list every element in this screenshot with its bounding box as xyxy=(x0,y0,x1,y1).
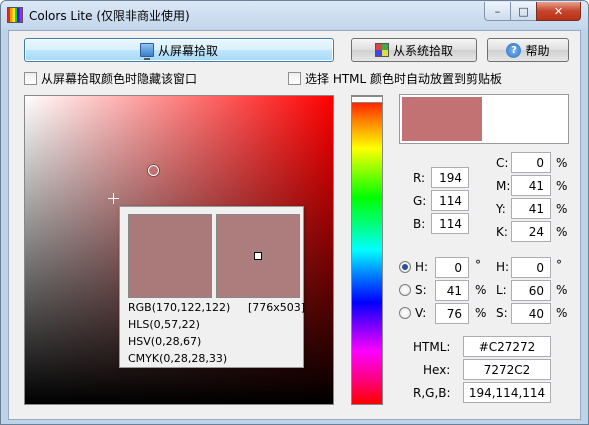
hide-window-option[interactable]: 从屏幕拾取颜色时隐藏该窗口 xyxy=(24,70,197,87)
k-field[interactable]: 24 xyxy=(511,221,551,242)
zoom-center-marker xyxy=(254,252,262,260)
hls-l-field[interactable]: 60 xyxy=(511,280,551,301)
y-unit: % xyxy=(556,202,568,216)
g-label: G: xyxy=(413,194,427,208)
auto-clipboard-checkbox[interactable] xyxy=(288,72,301,85)
r-label: R: xyxy=(413,171,426,185)
hsv-v-field[interactable]: 76 xyxy=(435,303,469,324)
hide-window-checkbox[interactable] xyxy=(24,72,37,85)
hsv-v-label: V: xyxy=(415,306,427,320)
close-button[interactable]: ✕ xyxy=(536,2,581,21)
hls-s-field[interactable]: 40 xyxy=(511,303,551,324)
maximize-button[interactable]: □ xyxy=(510,2,537,21)
help-label: 帮助 xyxy=(525,43,550,58)
auto-clipboard-label: 选择 HTML 颜色时自动放置到剪贴板 xyxy=(305,72,503,86)
y-field[interactable]: 41 xyxy=(511,198,551,219)
hue-slider[interactable] xyxy=(351,95,383,405)
hide-window-label: 从屏幕拾取颜色时隐藏该窗口 xyxy=(41,72,198,86)
s-radio[interactable] xyxy=(399,284,411,296)
m-label: M: xyxy=(496,179,511,193)
r-field[interactable]: 194 xyxy=(431,167,469,188)
c-field[interactable]: 0 xyxy=(511,152,551,173)
hsv-s-unit: % xyxy=(475,283,487,297)
hls-s-unit: % xyxy=(556,306,568,320)
hsv-h-label: H: xyxy=(415,260,429,274)
html-label: HTML: xyxy=(413,340,451,354)
g-field[interactable]: 114 xyxy=(431,190,469,211)
magnifier-hls: HLS(0,57,22) xyxy=(128,318,200,331)
c-unit: % xyxy=(556,156,568,170)
hls-l-unit: % xyxy=(556,283,568,297)
b-label: B: xyxy=(413,217,426,231)
html-field[interactable]: #C27272 xyxy=(463,336,551,357)
monitor-icon xyxy=(139,43,154,60)
pick-from-system-button[interactable]: 从系统拾取 xyxy=(351,38,477,62)
pick-from-screen-button[interactable]: 从屏幕拾取 xyxy=(24,38,334,62)
k-unit: % xyxy=(556,225,568,239)
magnifier-popup: [776x503] RGB(170,122,122) HLS(0,57,22) … xyxy=(119,206,306,368)
hex-field[interactable]: 7272C2 xyxy=(463,359,551,380)
app-window: Colors Lite (仅限非商业使用) – □ ✕ 从屏幕拾取 从系统拾取 … xyxy=(0,0,589,425)
minimize-button[interactable]: – xyxy=(484,2,511,21)
m-unit: % xyxy=(556,179,568,193)
y-label: Y: xyxy=(496,202,506,216)
hls-h-field[interactable]: 0 xyxy=(511,257,551,278)
color-preview xyxy=(399,94,569,144)
app-icon xyxy=(7,7,23,23)
v-radio[interactable] xyxy=(399,307,411,319)
hls-h-unit: ° xyxy=(556,258,562,272)
hsv-s-label: S: xyxy=(415,283,427,297)
window-title: Colors Lite (仅限非商业使用) xyxy=(29,9,190,23)
hls-s-label: S: xyxy=(496,306,508,320)
c-label: C: xyxy=(496,156,509,170)
hsv-s-field[interactable]: 41 xyxy=(435,280,469,301)
magnifier-hsv: HSV(0,28,67) xyxy=(128,335,202,348)
m-field[interactable]: 41 xyxy=(511,175,551,196)
hsv-h-field[interactable]: 0 xyxy=(435,257,469,278)
h-radio[interactable] xyxy=(399,261,411,273)
crosshair-cursor xyxy=(108,193,119,204)
hsv-v-unit: % xyxy=(475,306,487,320)
hsv-h-unit: ° xyxy=(475,258,481,272)
auto-clipboard-option[interactable]: 选择 HTML 颜色时自动放置到剪贴板 xyxy=(288,70,502,87)
client-area: 从屏幕拾取 从系统拾取 ? 帮助 从屏幕拾取颜色时隐藏该窗口 选择 HTML 颜… xyxy=(8,30,581,420)
help-button[interactable]: ? 帮助 xyxy=(487,38,569,62)
pick-from-system-label: 从系统拾取 xyxy=(392,43,453,58)
zoom-view xyxy=(216,214,300,298)
hls-l-label: L: xyxy=(496,283,507,297)
rgb-code-field[interactable]: 194,114,114 xyxy=(463,382,551,403)
pick-from-screen-label: 从屏幕拾取 xyxy=(157,43,218,58)
hex-label: Hex: xyxy=(423,363,451,377)
palette-icon xyxy=(374,43,389,57)
magnifier-cmyk: CMYK(0,28,28,33) xyxy=(128,352,228,365)
magnifier-coords: [776x503] xyxy=(248,301,306,314)
hue-slider-handle[interactable] xyxy=(352,96,382,103)
magnifier-rgb: RGB(170,122,122) xyxy=(128,301,231,314)
title-bar[interactable]: Colors Lite (仅限非商业使用) – □ ✕ xyxy=(1,1,588,29)
current-color-swatch xyxy=(402,97,482,141)
rgb-code-label: R,G,B: xyxy=(413,386,451,400)
help-icon: ? xyxy=(506,42,522,58)
selection-circle[interactable] xyxy=(148,165,159,176)
k-label: K: xyxy=(496,225,508,239)
hls-h-label: H: xyxy=(496,260,510,274)
sampled-color-swatch xyxy=(128,214,212,298)
b-field[interactable]: 114 xyxy=(431,213,469,234)
